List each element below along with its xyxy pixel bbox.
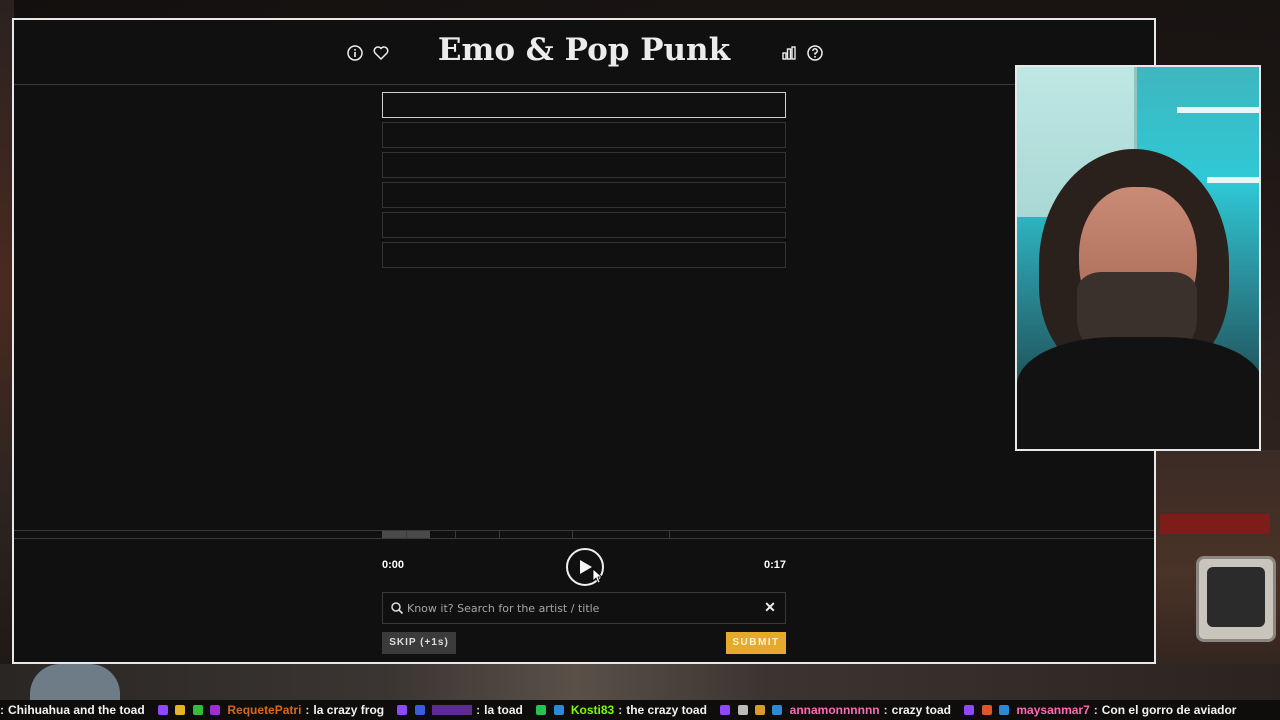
mouse-cursor-icon xyxy=(592,568,604,584)
game-header: Emo & Pop Punk xyxy=(14,20,1154,85)
background-bottom xyxy=(0,664,1280,700)
close-icon[interactable]: ✕ xyxy=(763,600,777,614)
twitch-badge-icon xyxy=(964,705,975,715)
guess-slot-5 xyxy=(382,212,786,238)
submit-button[interactable]: SUBMIT xyxy=(726,632,786,654)
page-title: Emo & Pop Punk xyxy=(437,32,731,68)
chat-message: : la toad xyxy=(397,700,523,720)
progress-segment-mark xyxy=(668,531,670,538)
chat-username: maysanmar7 xyxy=(1016,703,1090,717)
guess-slot-2 xyxy=(382,122,786,148)
background-person xyxy=(30,664,120,704)
x-badge-icon xyxy=(737,705,748,715)
progress-segment-mark xyxy=(499,531,501,538)
emote-badge-icon xyxy=(175,705,186,715)
k-badge-icon xyxy=(536,705,547,715)
check-badge-icon xyxy=(192,705,203,715)
guess-list xyxy=(382,92,786,272)
guess-slot-1 xyxy=(382,92,786,118)
chat-username: RequetePatri xyxy=(227,703,302,717)
guess-slot-4 xyxy=(382,182,786,208)
help-icon[interactable] xyxy=(806,44,824,62)
chat-message: RequetePatri: la crazy frog xyxy=(158,700,384,720)
chat-message: Kosti83: the crazy toad xyxy=(536,700,707,720)
skip-button[interactable]: SKIP (+1s) xyxy=(382,632,456,654)
bits-badge-icon xyxy=(754,705,765,715)
guess-slot-6 xyxy=(382,242,786,268)
progress-segment-area xyxy=(382,531,786,538)
webcam-overlay xyxy=(1015,65,1261,451)
sub-badge-icon xyxy=(210,705,221,715)
chat-message: annamonnnnnn: crazy toad xyxy=(720,700,951,720)
twitch-badge-icon xyxy=(720,705,731,715)
time-total: 0:17 xyxy=(764,559,787,571)
background-tv xyxy=(1196,556,1276,642)
twitch-badge-icon xyxy=(397,705,408,715)
stream-scene: Emo & Pop Punk 0:00 0:17 Know it? Search… xyxy=(0,0,1280,720)
user-badge-icon xyxy=(414,705,425,715)
chat-ticker: : Chihuahua and the toad RequetePatri: la … xyxy=(0,700,1280,720)
chat-username: annamonnnnnn xyxy=(789,703,880,717)
audio-progress-track[interactable] xyxy=(14,530,1154,539)
fire-badge-icon xyxy=(981,705,992,715)
prime-badge-icon xyxy=(999,705,1010,715)
progress-segment-mark xyxy=(571,531,573,538)
twitch-badge-icon xyxy=(158,705,169,715)
search-input[interactable] xyxy=(407,597,757,619)
stats-icon[interactable] xyxy=(780,44,798,62)
progress-segment-mark xyxy=(406,531,408,538)
guess-slot-3 xyxy=(382,152,786,178)
progress-segment-mark xyxy=(454,531,456,538)
search-box[interactable]: ✕ xyxy=(382,592,786,624)
chat-username-hidden xyxy=(432,705,473,715)
info-icon[interactable] xyxy=(346,44,364,62)
play-icon xyxy=(580,560,592,574)
chat-message: : Chihuahua and the toad xyxy=(0,703,145,717)
chat-username: Kosti83 xyxy=(570,703,615,717)
search-icon xyxy=(391,602,404,615)
chat-message: maysanmar7: Con el gorro de aviador xyxy=(964,700,1236,720)
prime-badge-icon xyxy=(772,705,783,715)
background-sign xyxy=(1160,514,1270,534)
game-window: Emo & Pop Punk 0:00 0:17 Know it? Search… xyxy=(12,18,1156,664)
prime-badge-icon xyxy=(553,705,564,715)
time-current: 0:00 xyxy=(382,559,405,571)
